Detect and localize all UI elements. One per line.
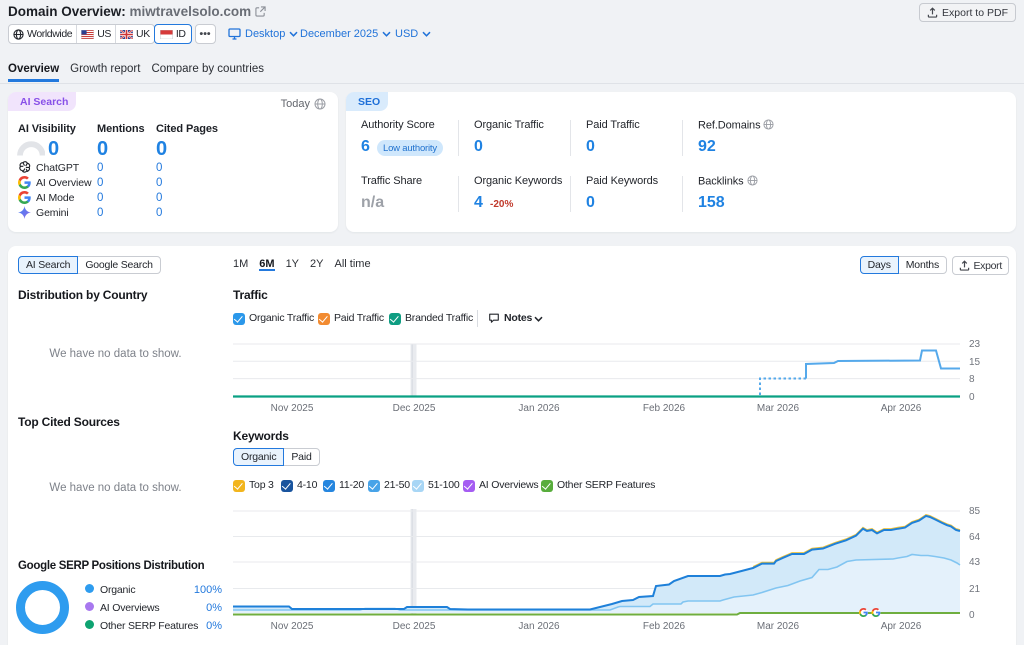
svg-text:64: 64 [969,532,981,543]
svg-text:Mar 2026: Mar 2026 [757,621,800,632]
svg-text:Nov 2025: Nov 2025 [271,621,314,632]
svg-text:85: 85 [969,506,981,517]
svg-text:0: 0 [969,610,975,621]
svg-text:Jan 2026: Jan 2026 [518,621,560,632]
svg-text:43: 43 [969,557,981,568]
svg-text:Feb 2026: Feb 2026 [643,621,686,632]
svg-text:Dec 2025: Dec 2025 [393,621,436,632]
svg-text:21: 21 [969,584,981,595]
svg-text:Apr 2026: Apr 2026 [881,621,922,632]
